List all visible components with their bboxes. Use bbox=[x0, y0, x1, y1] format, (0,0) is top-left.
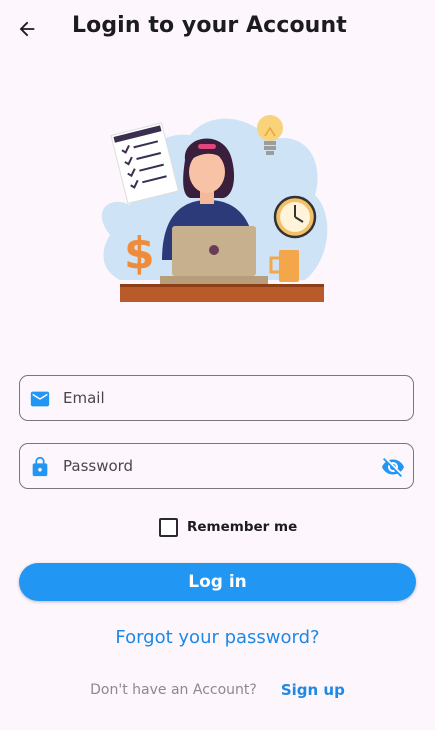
forgot-password-link[interactable]: Forgot your password? bbox=[0, 627, 435, 648]
visibility-off-icon[interactable] bbox=[380, 455, 406, 479]
remember-me-checkbox[interactable] bbox=[159, 517, 178, 537]
back-button[interactable] bbox=[10, 12, 44, 46]
app-bar: Login to your Account bbox=[0, 0, 435, 58]
email-field[interactable] bbox=[19, 375, 414, 421]
no-account-text: Don't have an Account? bbox=[90, 682, 257, 698]
login-illustration: $ bbox=[90, 100, 340, 310]
signup-link[interactable]: Sign up bbox=[281, 681, 345, 699]
login-button[interactable]: Log in bbox=[19, 563, 416, 601]
page-title: Login to your Account bbox=[72, 13, 347, 38]
email-input[interactable] bbox=[63, 376, 383, 420]
svg-text:$: $ bbox=[124, 228, 155, 279]
mail-icon bbox=[28, 387, 52, 411]
remember-me[interactable]: Remember me bbox=[159, 517, 297, 537]
remember-me-label: Remember me bbox=[187, 519, 298, 535]
lock-icon bbox=[28, 455, 52, 479]
password-input[interactable] bbox=[63, 444, 383, 488]
arrow-back-icon bbox=[19, 21, 35, 37]
password-field[interactable] bbox=[19, 443, 414, 489]
signup-row: Don't have an Account? Sign up bbox=[0, 681, 435, 699]
